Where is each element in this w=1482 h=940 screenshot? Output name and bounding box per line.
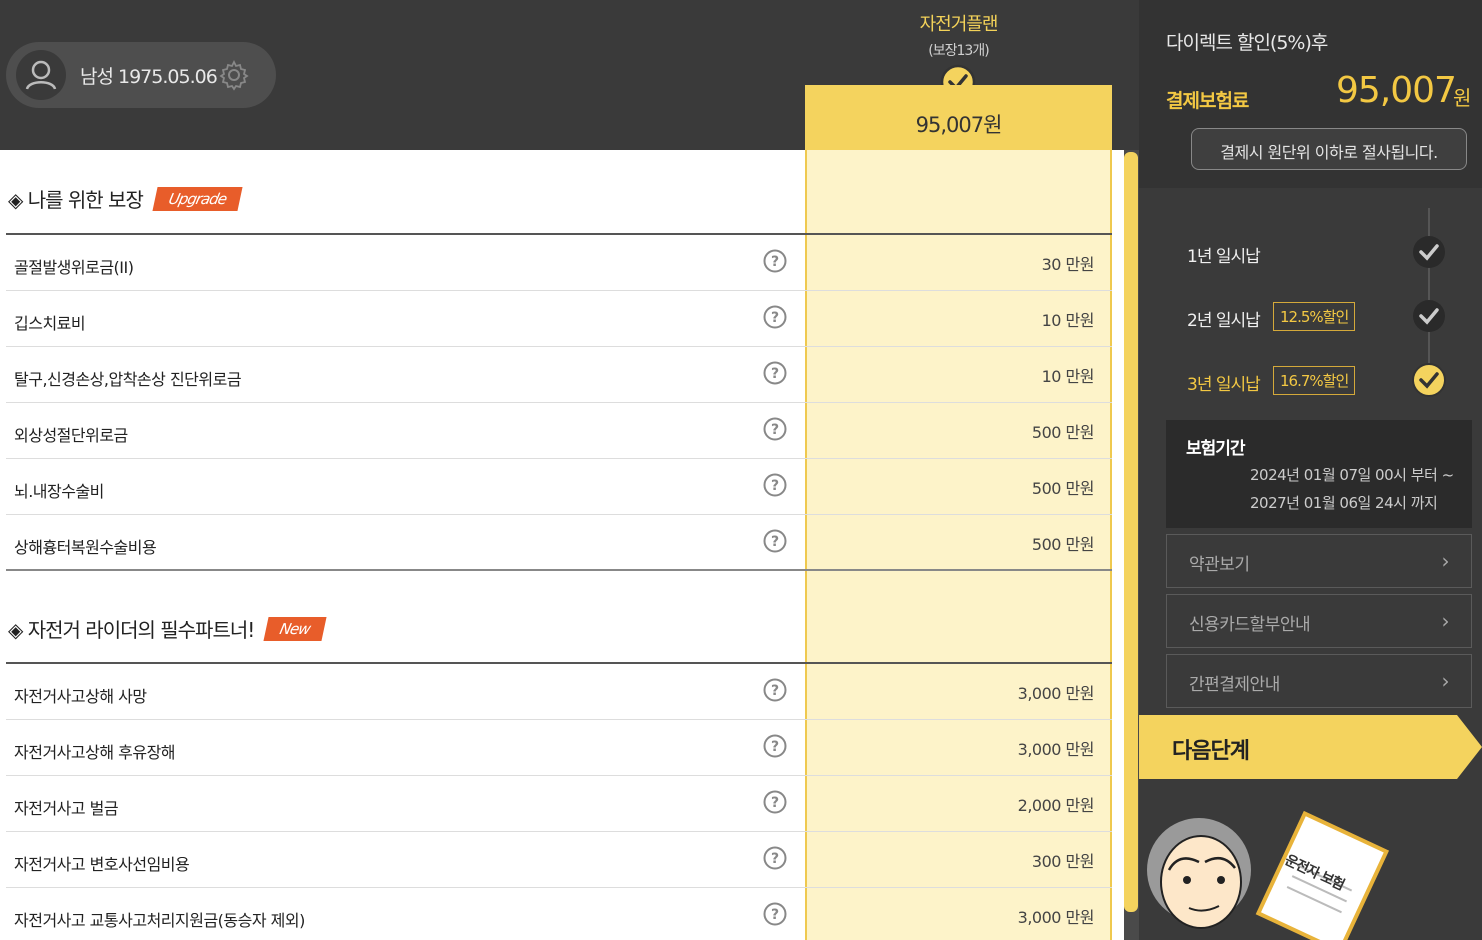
help-icon[interactable]: ? xyxy=(763,529,787,553)
coverage-row: 탈구,신경손상,압착손상 진단위로금 ? 10 만원 xyxy=(6,347,1112,403)
coverage-amount: 30 만원 xyxy=(1041,255,1095,274)
svg-text:?: ? xyxy=(771,534,779,550)
chevron-right-icon: › xyxy=(1441,549,1450,573)
help-icon[interactable]: ? xyxy=(763,249,787,273)
payment-label: 결제보험료 xyxy=(1166,90,1249,112)
coverage-amount: 2,000 만원 xyxy=(1017,796,1095,815)
coverage-label: 골절발생위로금(II) xyxy=(14,258,134,277)
plan-header: 자전거플랜 (보장13개) xyxy=(805,10,1112,60)
svg-text:?: ? xyxy=(771,851,779,867)
coverage-label: 탈구,신경손상,압착손상 진단위로금 xyxy=(14,370,242,389)
chevron-right-icon: › xyxy=(1441,669,1450,693)
easy-pay-link[interactable]: 간편결제안내 › xyxy=(1166,654,1472,708)
terms-link[interactable]: 약관보기 › xyxy=(1166,534,1472,588)
plan-subtitle: (보장13개) xyxy=(928,43,989,59)
help-icon[interactable]: ? xyxy=(763,473,787,497)
coverage-row: 자전거사고 변호사선임비용 ? 300 만원 xyxy=(6,832,1112,888)
coverage-label: 자전거사고상해 후유장해 xyxy=(14,743,176,762)
coverage-label: 뇌.내장수술비 xyxy=(14,482,104,501)
chevron-right-icon: › xyxy=(1441,609,1450,633)
coverage-amount: 500 만원 xyxy=(1031,479,1095,498)
insurance-period-box: 보험기간 2024년 01월 07일 00시 부터 ~ 2027년 01월 06… xyxy=(1166,420,1472,528)
section-title-my-coverage: ◈ 나를 위한 보장 Upgrade xyxy=(8,184,243,213)
option-3-year-check-icon[interactable] xyxy=(1411,362,1447,398)
rounding-tooltip: 결제시 원단위 이하로 절사됩니다. xyxy=(1191,128,1467,170)
coverage-amount: 3,000 만원 xyxy=(1017,908,1095,927)
coverage-amount: 10 만원 xyxy=(1041,311,1095,330)
coverage-label: 상해흉터복원수술비용 xyxy=(14,538,157,557)
coverage-label: 자전거사고 벌금 xyxy=(14,799,119,818)
svg-text:?: ? xyxy=(771,683,779,699)
svg-text:?: ? xyxy=(771,254,779,270)
svg-text:?: ? xyxy=(771,795,779,811)
help-icon[interactable]: ? xyxy=(763,790,787,814)
profile-info: 남성 1975.05.06 xyxy=(80,66,218,88)
coverage-row: 자전거사고상해 사망 ? 3,000 만원 xyxy=(6,664,1112,720)
help-icon[interactable]: ? xyxy=(763,902,787,926)
coverage-amount: 3,000 만원 xyxy=(1017,740,1095,759)
next-step-label: 다음단계 xyxy=(1172,739,1250,764)
section-title-text: ◈ 나를 위한 보장 xyxy=(8,188,144,212)
coverage-row: 자전거사고 벌금 ? 2,000 만원 xyxy=(6,776,1112,832)
coverage-amount: 10 만원 xyxy=(1041,367,1095,386)
card-installment-link-label: 신용카드할부안내 xyxy=(1189,615,1311,635)
payment-unit: 원 xyxy=(1453,86,1472,110)
coverage-row: 상해흉터복원수술비용 ? 500 만원 xyxy=(6,515,1112,571)
payment-amount: 95,007 xyxy=(1336,70,1457,111)
coverage-label: 자전거사고 교통사고처리지원금(동승자 제외) xyxy=(14,911,305,930)
coverage-row: 깁스치료비 ? 10 만원 xyxy=(6,291,1112,347)
coverage-label: 자전거사고 변호사선임비용 xyxy=(14,855,190,874)
option-2-year-discount-badge: 12.5%할인 xyxy=(1273,302,1356,331)
coverage-row: 뇌.내장수술비 ? 500 만원 xyxy=(6,459,1112,515)
avatar xyxy=(16,50,66,100)
section-title-rider-partner: ◈ 자전거 라이더의 필수파트너! New xyxy=(8,614,327,643)
scrollbar-thumb[interactable] xyxy=(1124,152,1138,912)
new-badge: New xyxy=(263,617,327,641)
help-icon[interactable]: ? xyxy=(763,417,787,441)
option-3-year[interactable]: 3년 일시납 xyxy=(1187,370,1261,395)
help-icon[interactable]: ? xyxy=(763,734,787,758)
profile-pill[interactable]: 남성 1975.05.06 xyxy=(6,42,276,108)
plan-price[interactable]: 95,007원 xyxy=(805,85,1112,150)
upgrade-badge: Upgrade xyxy=(152,187,243,211)
svg-text:?: ? xyxy=(771,739,779,755)
svg-text:?: ? xyxy=(771,366,779,382)
svg-text:?: ? xyxy=(771,907,779,923)
user-icon xyxy=(25,60,57,90)
coverage-label: 외상성절단위로금 xyxy=(14,426,128,445)
plan-title: 자전거플랜 xyxy=(919,14,999,35)
help-icon[interactable]: ? xyxy=(763,305,787,329)
coverage-amount: 300 만원 xyxy=(1031,852,1095,871)
terms-link-label: 약관보기 xyxy=(1189,555,1250,575)
coverage-row: 골절발생위로금(II) ? 30 만원 xyxy=(6,235,1112,291)
section-title-text: ◈ 자전거 라이더의 필수파트너! xyxy=(8,618,255,642)
svg-text:?: ? xyxy=(771,310,779,326)
coverage-label: 깁스치료비 xyxy=(14,314,86,333)
option-1-year[interactable]: 1년 일시납 xyxy=(1187,242,1261,267)
option-3-year-discount-badge: 16.7%할인 xyxy=(1273,366,1356,395)
period-start: 2024년 01월 07일 00시 부터 ~ xyxy=(1250,466,1454,484)
gear-icon[interactable] xyxy=(218,59,250,91)
help-icon[interactable]: ? xyxy=(763,678,787,702)
period-end: 2027년 01월 06일 24시 까지 xyxy=(1250,494,1438,512)
option-2-year-check-icon[interactable] xyxy=(1411,298,1447,334)
option-2-year[interactable]: 2년 일시납 xyxy=(1187,306,1261,331)
svg-text:?: ? xyxy=(771,422,779,438)
page: 남성 1975.05.06 자전거플랜 (보장13개) 95,007원 ◈ 나를… xyxy=(0,0,1482,940)
period-title: 보험기간 xyxy=(1186,439,1246,459)
coverage-row: 외상성절단위로금 ? 500 만원 xyxy=(6,403,1112,459)
coverage-row: 자전거사고상해 후유장해 ? 3,000 만원 xyxy=(6,720,1112,776)
coverage-row: 자전거사고 교통사고처리지원금(동승자 제외) ? 3,000 만원 xyxy=(6,888,1112,940)
discount-title: 다이렉트 할인(5%)후 xyxy=(1166,32,1328,54)
coverage-amount: 500 만원 xyxy=(1031,535,1095,554)
svg-text:?: ? xyxy=(771,478,779,494)
help-icon[interactable]: ? xyxy=(763,846,787,870)
card-installment-link[interactable]: 신용카드할부안내 › xyxy=(1166,594,1472,648)
coverage-label: 자전거사고상해 사망 xyxy=(14,687,147,706)
option-1-year-check-icon[interactable] xyxy=(1411,234,1447,270)
coverage-amount: 500 만원 xyxy=(1031,423,1095,442)
easy-pay-link-label: 간편결제안내 xyxy=(1189,675,1280,695)
coverage-amount: 3,000 만원 xyxy=(1017,684,1095,703)
help-icon[interactable]: ? xyxy=(763,361,787,385)
